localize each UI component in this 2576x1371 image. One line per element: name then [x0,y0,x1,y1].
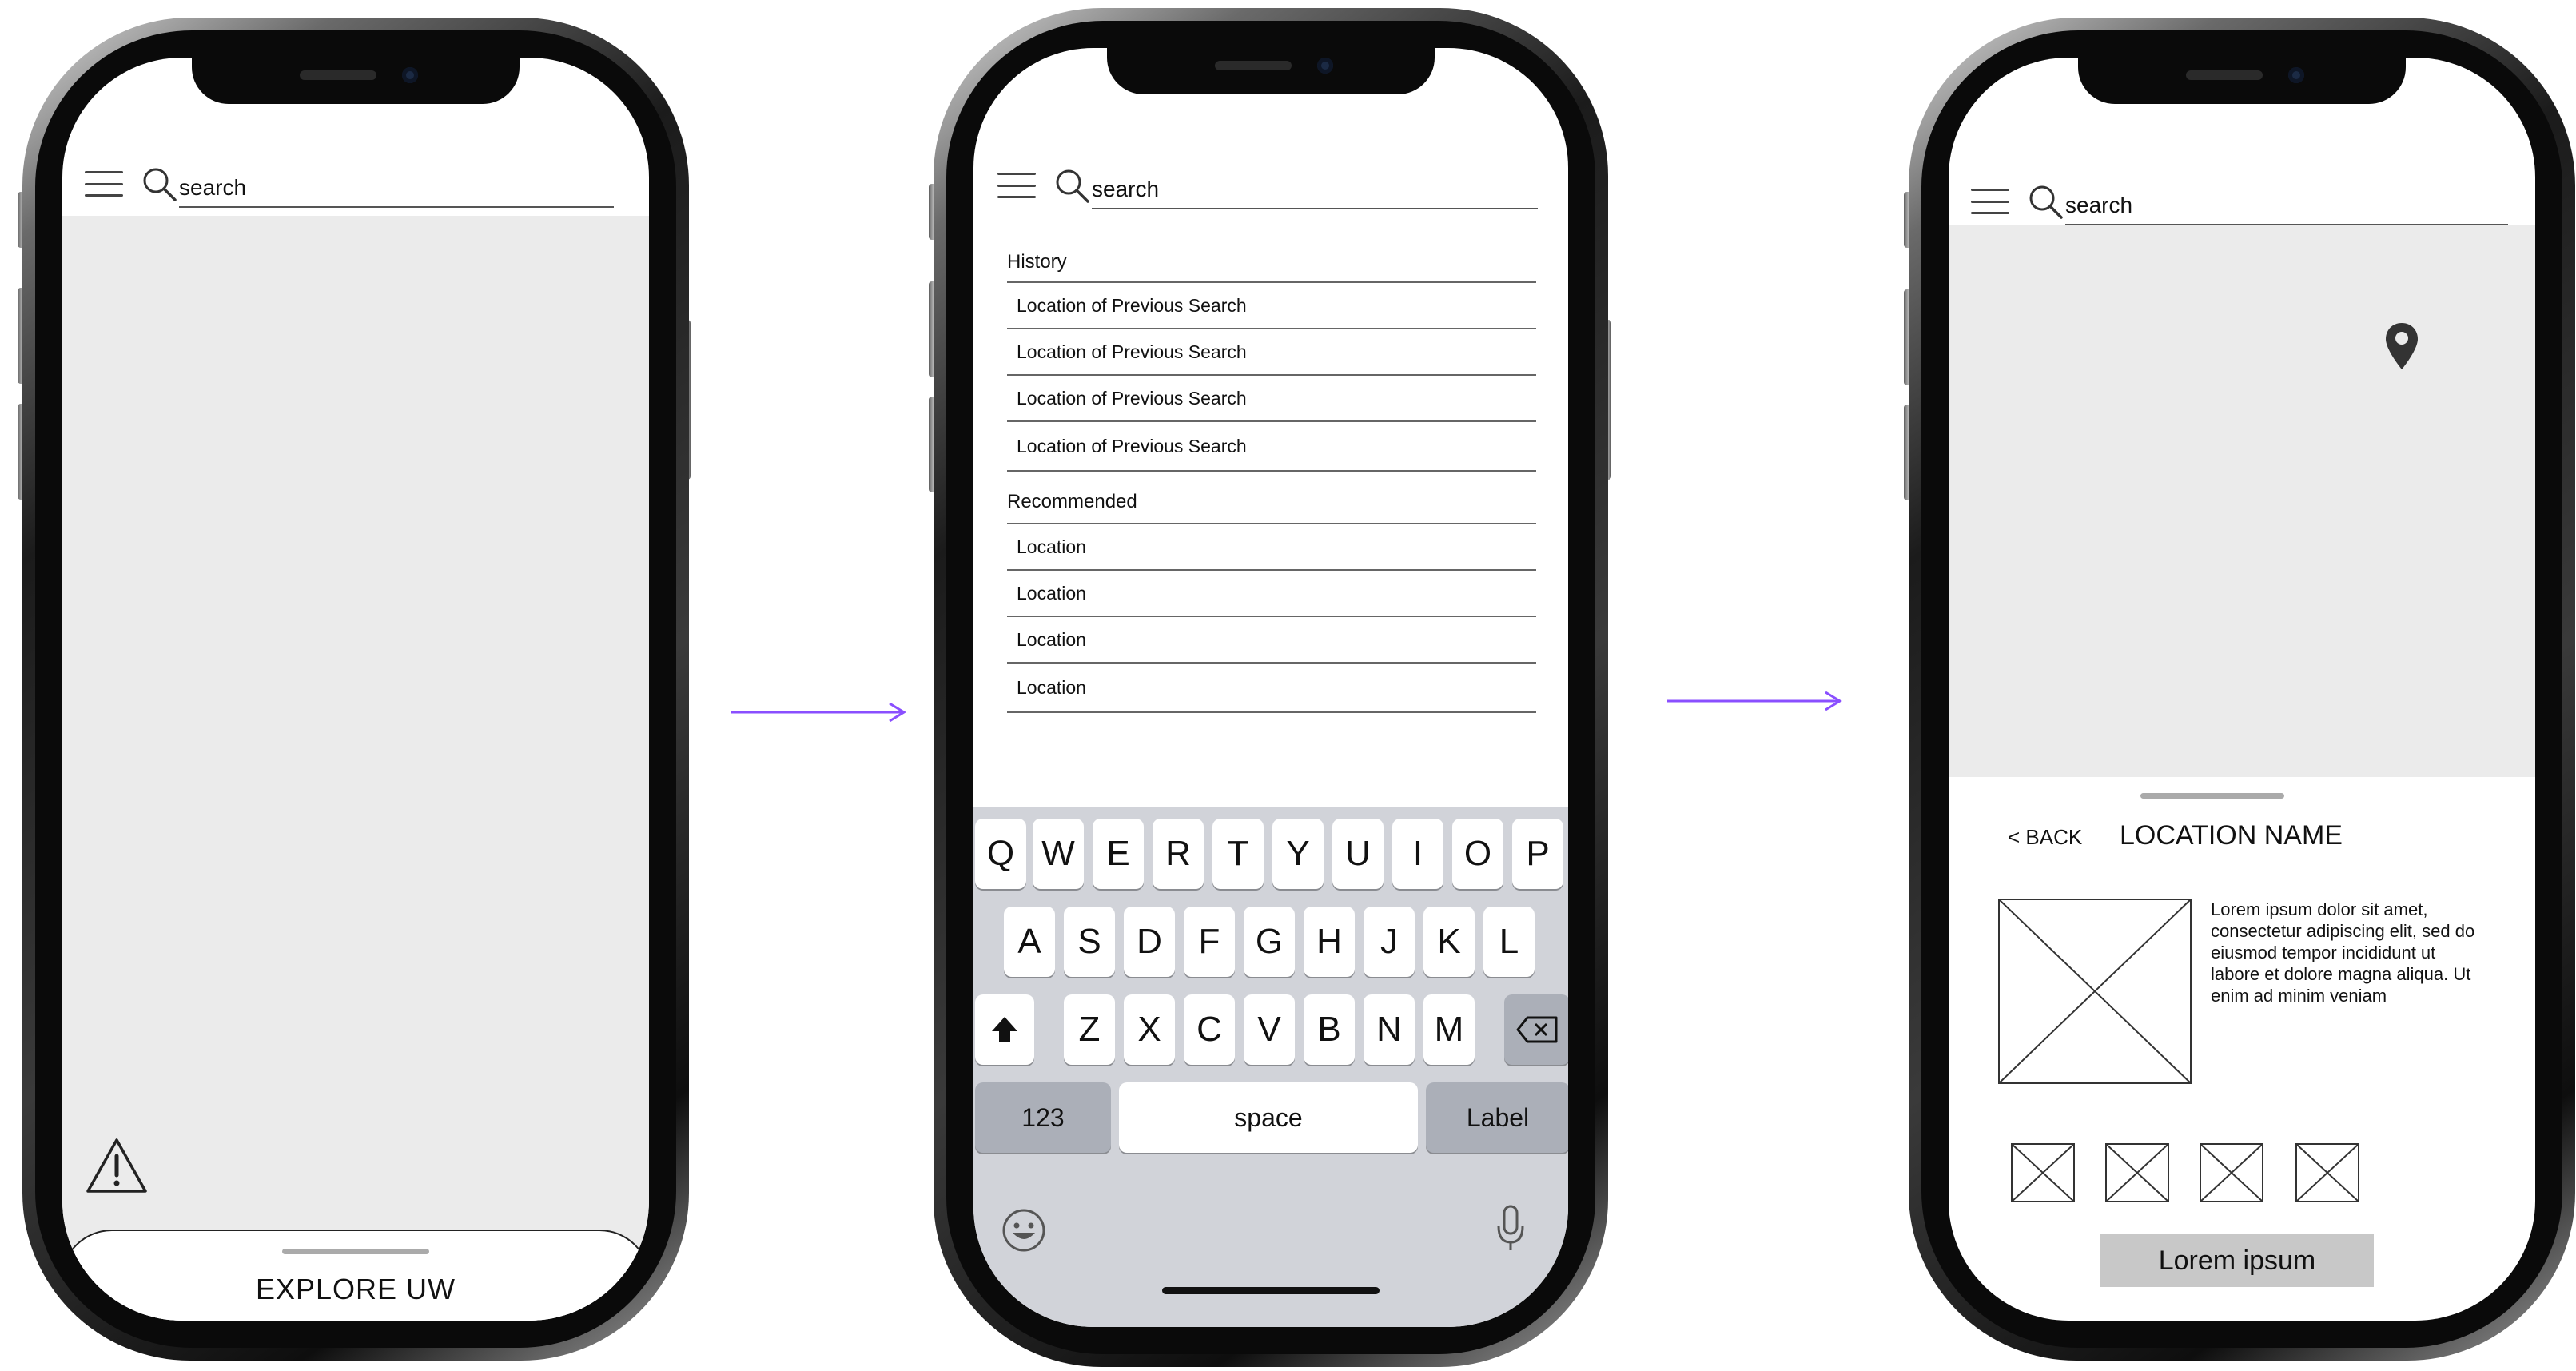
warning-icon[interactable] [85,1137,149,1194]
key-l[interactable]: L [1483,907,1535,977]
history-item-label: Location of Previous Search [1017,341,1247,362]
search-placeholder: search [1092,177,1160,201]
key-v[interactable]: V [1244,994,1295,1065]
history-title: History [1007,251,1067,273]
menu-icon[interactable] [997,171,1036,200]
primary-action-button[interactable]: Lorem ipsum [2100,1234,2374,1287]
key-x[interactable]: X [1124,994,1175,1065]
thumbnail-placeholder[interactable] [2200,1143,2263,1202]
recommended-item-label: Location [1017,582,1086,604]
flow-arrow-2 [1667,691,1842,711]
wireframe-canvas: search EXPLORE UW search History Locatio… [0,0,2576,1371]
notch [1107,48,1435,94]
explore-label: EXPLORE UW [255,1273,456,1305]
map-area[interactable] [1949,225,2535,777]
location-description: Lorem ipsum dolor sit amet, consectetur … [2211,899,2475,1006]
location-detail-screen: search < BACK LOCATION NAME Lorem ipsum … [1949,58,2535,1321]
key-u[interactable]: U [1332,819,1384,889]
key-n[interactable]: N [1364,994,1415,1065]
notch [2078,58,2406,104]
backspace-key[interactable] [1504,994,1568,1065]
history-item-label: Location of Previous Search [1017,294,1247,316]
key-s[interactable]: S [1064,907,1115,977]
key-a[interactable]: A [1004,907,1055,977]
search-screen: search History Location of Previous Sear… [973,48,1568,1327]
home-map-screen: search EXPLORE UW [62,58,649,1321]
recommended-item-label: Location [1017,628,1086,650]
key-f[interactable]: F [1184,907,1235,977]
location-name: LOCATION NAME [2120,820,2343,851]
key-d[interactable]: D [1124,907,1175,977]
search-icon[interactable] [1053,167,1090,204]
panel-handle[interactable] [282,1249,429,1254]
notch [192,58,520,104]
history-item-label: Location of Previous Search [1017,387,1247,409]
space-key[interactable]: space [1119,1082,1418,1153]
search-bar[interactable]: search [1971,177,2508,225]
location-pin-icon[interactable] [2383,321,2420,371]
shift-icon [992,1017,1017,1042]
key-j[interactable]: J [1364,907,1415,977]
search-placeholder: search [2065,193,2133,217]
recommended-title: Recommended [1007,491,1137,512]
search-input[interactable]: search [179,160,614,208]
search-bar[interactable]: search [85,160,614,208]
recommended-item[interactable]: Location [1007,664,1536,713]
history-item[interactable]: Location of Previous Search [1007,329,1536,376]
thumbnail-placeholder[interactable] [2295,1143,2359,1202]
phone-frame-1: search EXPLORE UW [22,18,689,1361]
back-button[interactable]: < BACK [2008,825,2082,850]
key-i[interactable]: I [1392,819,1443,889]
explore-panel[interactable]: EXPLORE UW [62,1230,649,1321]
key-c[interactable]: C [1184,994,1235,1065]
history-item-label: Location of Previous Search [1017,435,1247,456]
backspace-icon [1516,1016,1558,1043]
key-y[interactable]: Y [1272,819,1324,889]
key-o[interactable]: O [1452,819,1503,889]
recommended-item[interactable]: Location [1007,571,1536,617]
location-image-placeholder [1998,899,2192,1084]
search-icon[interactable] [141,165,177,202]
menu-icon[interactable] [1971,187,2009,216]
numbers-key[interactable]: 123 [975,1082,1111,1153]
key-p[interactable]: P [1512,819,1563,889]
history-item[interactable]: Location of Previous Search [1007,422,1536,472]
label-key[interactable]: Label [1426,1082,1568,1153]
key-b[interactable]: B [1304,994,1355,1065]
emoji-icon[interactable] [1001,1207,1047,1253]
shift-key[interactable] [975,994,1034,1065]
key-z[interactable]: Z [1064,994,1115,1065]
keyboard: Q W E R T Y U I O P A S D F G H J K L Z … [973,807,1568,1327]
history-item[interactable]: Location of Previous Search [1007,376,1536,422]
panel-handle[interactable] [2140,793,2284,799]
recommended-item-label: Location [1017,536,1086,557]
microphone-icon[interactable] [1495,1204,1527,1253]
key-r[interactable]: R [1153,819,1204,889]
search-placeholder: search [179,175,247,200]
key-g[interactable]: G [1244,907,1295,977]
thumbnail-placeholder[interactable] [2105,1143,2169,1202]
key-t[interactable]: T [1212,819,1264,889]
home-indicator[interactable] [1162,1287,1380,1294]
search-input[interactable]: search [2065,177,2508,225]
phone-frame-3: search < BACK LOCATION NAME Lorem ipsum … [1909,18,2575,1361]
menu-icon[interactable] [85,169,123,198]
recommended-item[interactable]: Location [1007,617,1536,664]
search-bar[interactable]: search [997,161,1538,209]
key-q[interactable]: Q [975,819,1026,889]
phone-frame-2: search History Location of Previous Sear… [934,8,1608,1367]
key-h[interactable]: H [1304,907,1355,977]
map-area[interactable] [62,216,649,1321]
key-w[interactable]: W [1033,819,1084,889]
history-item[interactable]: Location of Previous Search [1007,283,1536,329]
search-icon[interactable] [2027,183,2064,220]
search-input[interactable]: search [1092,161,1538,209]
key-k[interactable]: K [1423,907,1475,977]
recommended-item[interactable]: Location [1007,524,1536,571]
key-e[interactable]: E [1093,819,1144,889]
recommended-item-label: Location [1017,676,1086,698]
thumbnail-placeholder[interactable] [2011,1143,2075,1202]
flow-arrow-1 [731,702,906,723]
key-m[interactable]: M [1423,994,1475,1065]
